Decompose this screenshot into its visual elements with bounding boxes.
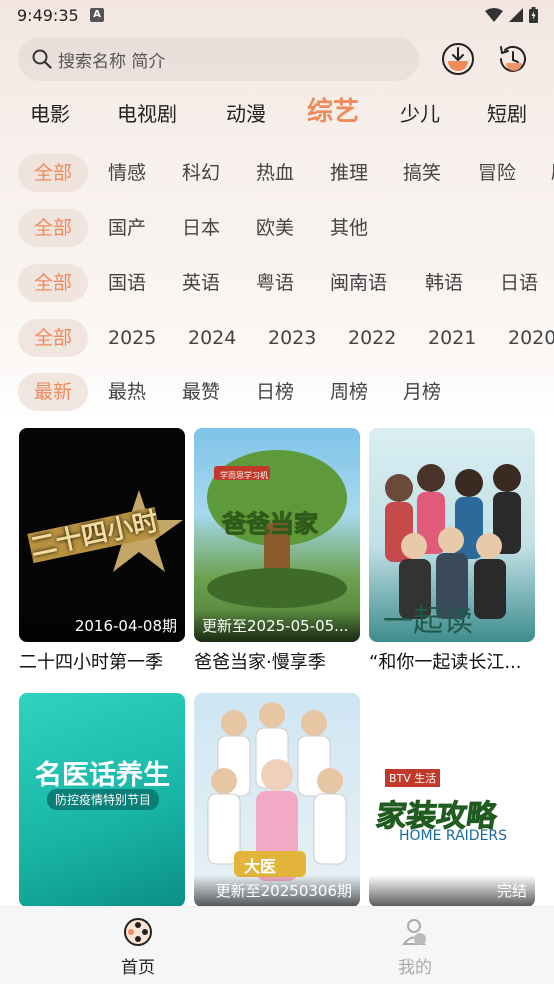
search-bar[interactable]: 搜索名称 简介: [18, 37, 419, 81]
poster[interactable]: 二十四小时 2016-04-08期: [19, 428, 185, 642]
filter-chip[interactable]: 全部: [18, 264, 89, 302]
tab-tv-series[interactable]: 电视剧: [117, 96, 177, 132]
tab-variety[interactable]: 综艺: [307, 94, 359, 130]
filter-chip[interactable]: 热血: [256, 154, 294, 192]
episode-badge: 2016-04-08期: [19, 610, 185, 642]
filter-chip[interactable]: 其他: [330, 209, 368, 247]
filter-chip[interactable]: 月榜: [403, 373, 441, 411]
episode-badge: 更新至20250306期: [194, 875, 360, 907]
filter-chip[interactable]: 全部: [18, 154, 89, 192]
poster[interactable]: BTV 生活 家装攻略 HOME RAIDERS 完结: [369, 693, 535, 907]
show-card[interactable]: BTV 生活 家装攻略 HOME RAIDERS 完结: [369, 693, 535, 913]
poster-sub: 学而思学习机: [220, 471, 268, 480]
status-icons: [485, 7, 538, 23]
filter-chip[interactable]: 2022: [348, 319, 396, 357]
poster[interactable]: 学而思学习机 爸爸当家 更新至2025-05-05...: [194, 428, 360, 642]
show-card[interactable]: 一起读 “和你一起读长江...: [369, 428, 535, 674]
nav-home-label: 首页: [121, 958, 155, 978]
search-placeholder[interactable]: 搜索名称 简介: [58, 47, 165, 72]
poster[interactable]: 大医 更新至20250306期: [194, 693, 360, 907]
filter-chip[interactable]: 欧美: [256, 209, 294, 247]
episode-badge: 更新至2025-05-05...: [194, 610, 360, 642]
poster[interactable]: 名医话养生 防控疫情特别节目: [19, 693, 185, 907]
download-icon[interactable]: [441, 42, 475, 76]
filter-row-sort: 最新 最热 最赞 日榜 周榜 月榜: [0, 373, 554, 413]
nav-mine[interactable]: 我的: [375, 917, 455, 978]
card-title[interactable]: 二十四小时第一季: [19, 648, 185, 674]
filter-chip[interactable]: 冒险: [478, 154, 516, 192]
filter-chip[interactable]: 国语: [108, 264, 146, 302]
filter-chip[interactable]: 最新: [18, 373, 89, 411]
film-reel-icon: [124, 918, 152, 946]
tab-kids[interactable]: 少儿: [400, 96, 440, 132]
tab-short-drama[interactable]: 短剧: [487, 96, 527, 132]
filter-chip[interactable]: 日本: [182, 209, 220, 247]
tab-anime[interactable]: 动漫: [226, 96, 266, 132]
history-icon[interactable]: [496, 42, 530, 76]
poster-sub: 防控疫情特别节目: [47, 789, 160, 810]
filter-row-language: 全部 国语 英语 粤语 闽南语 韩语 日语: [0, 264, 554, 304]
status-bar: 9:49:35 A: [0, 0, 554, 32]
filter-chip[interactable]: 粤语: [256, 264, 294, 302]
filter-chip[interactable]: 韩语: [425, 264, 463, 302]
signal-icon: [509, 8, 523, 22]
filter-chip[interactable]: 日语: [500, 264, 538, 302]
filter-chip[interactable]: 国产: [108, 209, 146, 247]
filter-row-genre: 全部 情感 科幻 热血 推理 搞笑 冒险 剧: [0, 154, 554, 194]
tab-movies[interactable]: 电影: [30, 96, 70, 132]
category-tabs: 电影 电视剧 动漫 综艺 少儿 短剧: [0, 96, 554, 132]
poster-tag: BTV 生活: [385, 769, 441, 787]
poster-title: 爸爸当家: [222, 510, 319, 539]
notification-icon: A: [90, 8, 104, 22]
poster-title: 一起读: [383, 604, 473, 639]
show-card[interactable]: 名医话养生 防控疫情特别节目: [19, 693, 185, 913]
show-card[interactable]: 大医 更新至20250306期: [194, 693, 360, 913]
poster-title: 名医话养生: [35, 760, 170, 791]
wifi-icon: [485, 8, 503, 22]
filter-chip[interactable]: 英语: [182, 264, 220, 302]
filter-chip[interactable]: 推理: [330, 154, 368, 192]
filter-chip[interactable]: 最热: [108, 373, 146, 411]
search-icon: [32, 49, 52, 69]
poster-sub: HOME RAIDERS: [399, 828, 508, 844]
battery-icon: [529, 7, 538, 23]
card-title[interactable]: “和你一起读长江...: [369, 648, 535, 674]
nav-mine-label: 我的: [398, 958, 432, 978]
filter-chip[interactable]: 最赞: [182, 373, 220, 411]
show-card[interactable]: 二十四小时 2016-04-08期 二十四小时第一季: [19, 428, 185, 674]
poster[interactable]: 一起读: [369, 428, 535, 642]
filter-chip[interactable]: 2021: [428, 319, 476, 357]
card-title[interactable]: 爸爸当家·慢享季: [194, 648, 360, 674]
filter-row-year: 全部 2025 2024 2023 2022 2021 2020: [0, 319, 554, 359]
filter-chip[interactable]: 全部: [18, 319, 89, 357]
filter-chip[interactable]: 闽南语: [330, 264, 387, 302]
filter-chip[interactable]: 2020: [508, 319, 554, 357]
filter-chip[interactable]: 搞笑: [403, 154, 441, 192]
poster-title: 大医: [244, 857, 277, 876]
user-icon: [401, 919, 427, 945]
filter-chip[interactable]: 周榜: [330, 373, 368, 411]
status-badge: 完结: [369, 875, 535, 907]
filter-row-region: 全部 国产 日本 欧美 其他: [0, 209, 554, 249]
filter-chip[interactable]: 全部: [18, 209, 89, 247]
filter-chip[interactable]: 情感: [108, 154, 146, 192]
filter-chip[interactable]: 2024: [188, 319, 236, 357]
nav-home[interactable]: 首页: [98, 917, 178, 978]
show-card[interactable]: 学而思学习机 爸爸当家 更新至2025-05-05... 爸爸当家·慢享季: [194, 428, 360, 674]
filter-chip[interactable]: 2025: [108, 319, 156, 357]
filter-chip[interactable]: 日榜: [256, 373, 294, 411]
filter-chip[interactable]: 科幻: [182, 154, 220, 192]
status-time: 9:49:35: [17, 6, 79, 25]
bottom-nav: 首页 我的: [0, 906, 554, 984]
filter-chip[interactable]: 2023: [268, 319, 316, 357]
